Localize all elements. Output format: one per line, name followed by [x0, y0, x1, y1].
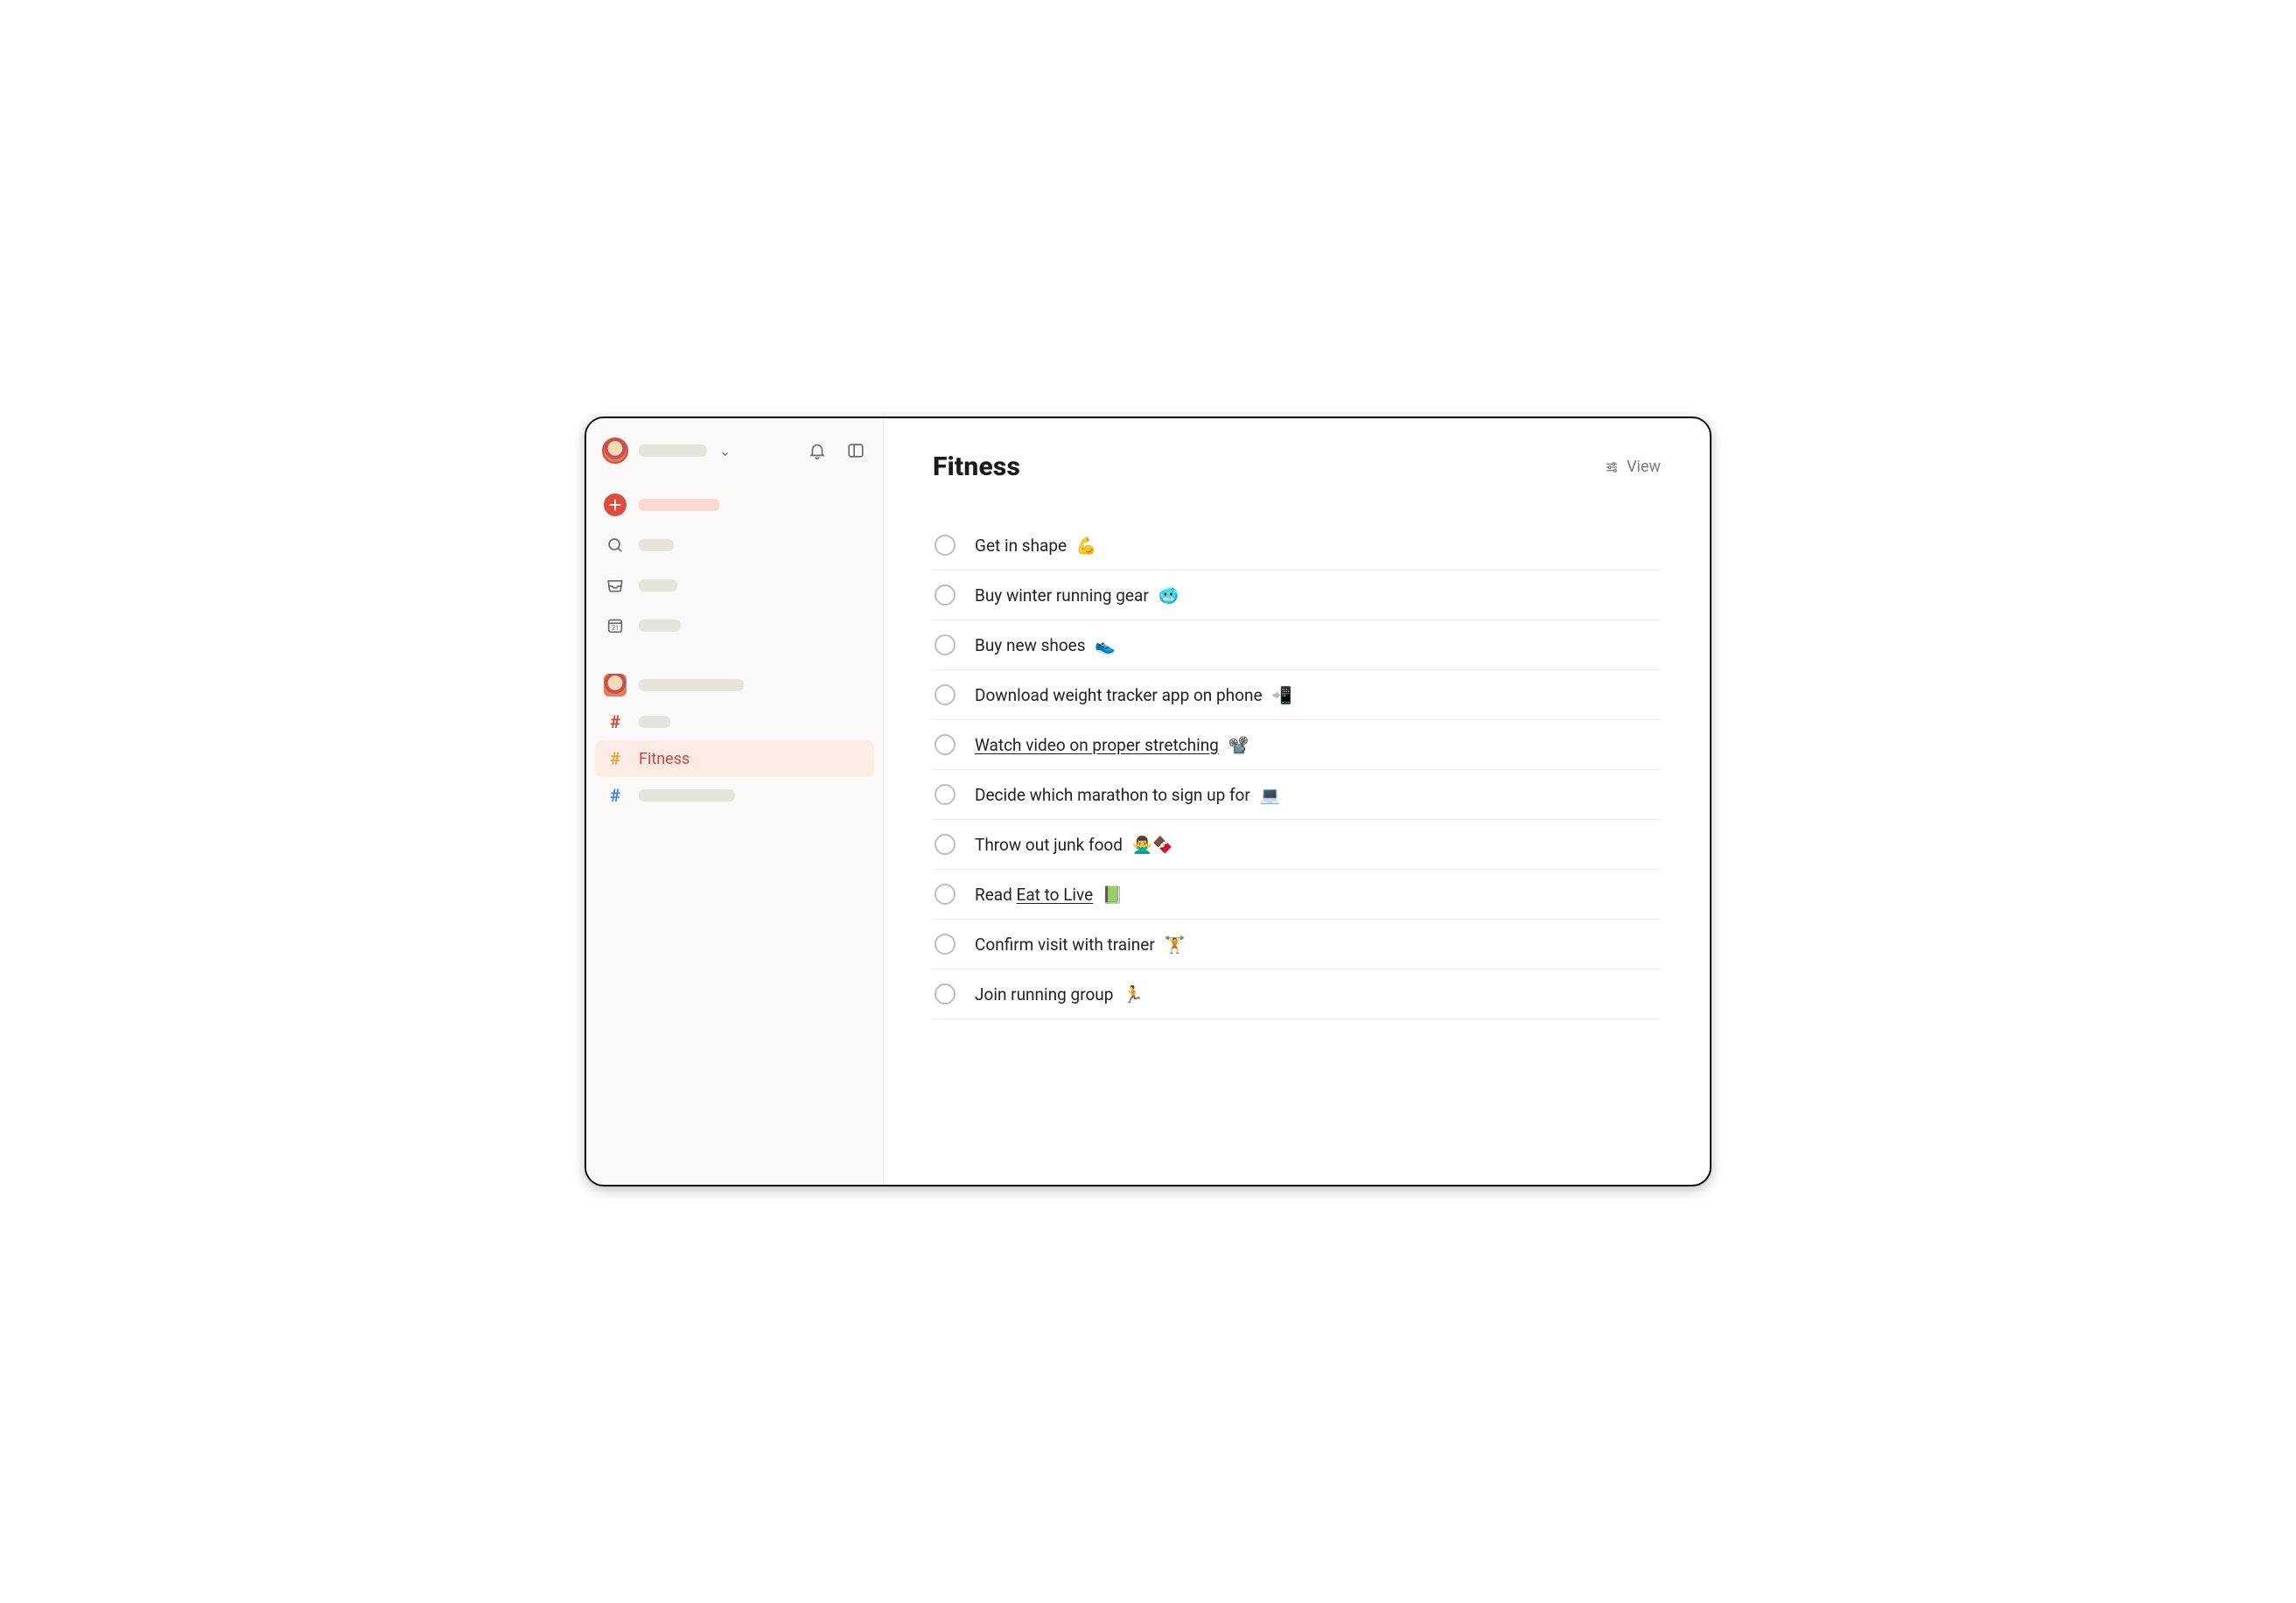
- task-list: Get in shape 💪 Buy winter running gear 🥶 B…: [933, 521, 1661, 1019]
- inbox-label-placeholder: [639, 579, 677, 592]
- sliders-icon: [1604, 459, 1620, 475]
- task-checkbox[interactable]: [934, 584, 956, 606]
- task-emoji: 🏃: [1118, 984, 1143, 1004]
- task-checkbox[interactable]: [934, 684, 956, 705]
- svg-text:21: 21: [612, 624, 619, 632]
- task-emoji: 📽️: [1224, 735, 1249, 755]
- task-checkbox[interactable]: [934, 884, 956, 905]
- chevron-down-icon: ⌄: [719, 443, 731, 459]
- project-label: Fitness: [639, 750, 690, 768]
- search-nav[interactable]: [595, 527, 874, 564]
- page-title: Fitness: [933, 452, 1020, 482]
- task-text: Buy new shoes 👟: [975, 635, 1116, 655]
- task-checkbox[interactable]: [934, 734, 956, 755]
- task-text: Download weight tracker app on phone 📲: [975, 685, 1292, 705]
- sidebar: ⌄: [586, 418, 884, 1185]
- sidebar-project-fitness[interactable]: # Fitness: [595, 740, 874, 777]
- task-text: Get in shape 💪: [975, 536, 1097, 556]
- task-emoji: 👟: [1091, 635, 1116, 655]
- task-emoji: 💻: [1256, 785, 1280, 805]
- content-header: Fitness View: [933, 452, 1661, 482]
- task-row[interactable]: Confirm visit with trainer 🏋️: [933, 920, 1661, 970]
- avatar: [604, 674, 626, 696]
- upcoming-label-placeholder: [639, 620, 681, 632]
- panel-toggle-icon[interactable]: [844, 439, 867, 462]
- task-row[interactable]: Throw out junk food 🙅‍♂️🍫: [933, 820, 1661, 870]
- project-label-placeholder: [639, 789, 735, 802]
- add-task-label-placeholder: [639, 499, 719, 511]
- workspace-name-placeholder: [639, 444, 707, 457]
- task-text: Throw out junk food 🙅‍♂️🍫: [975, 835, 1173, 855]
- task-row[interactable]: Decide which marathon to sign up for 💻: [933, 770, 1661, 820]
- sidebar-projects: # # Fitness #: [595, 667, 874, 814]
- task-emoji: 📲: [1268, 685, 1292, 705]
- hash-icon: #: [604, 747, 626, 770]
- search-label-placeholder: [639, 539, 674, 551]
- task-text: Watch video on proper stretching 📽️: [975, 735, 1249, 755]
- task-row[interactable]: Watch video on proper stretching 📽️: [933, 720, 1661, 770]
- project-label-placeholder: [639, 716, 670, 728]
- app-window: ⌄: [584, 416, 1712, 1186]
- task-text: Confirm visit with trainer 🏋️: [975, 934, 1185, 955]
- task-checkbox[interactable]: [934, 634, 956, 655]
- task-checkbox[interactable]: [934, 934, 956, 955]
- task-emoji: 📗: [1098, 885, 1123, 905]
- calendar-icon: 21: [604, 614, 626, 637]
- search-icon: [604, 534, 626, 556]
- task-checkbox[interactable]: [934, 834, 956, 855]
- task-checkbox[interactable]: [934, 984, 956, 1004]
- task-text: Read Eat to Live 📗: [975, 885, 1124, 905]
- workspace-label-placeholder: [639, 679, 744, 691]
- task-emoji: 🥶: [1154, 585, 1179, 606]
- task-row[interactable]: Join running group 🏃: [933, 970, 1661, 1019]
- task-row[interactable]: Read Eat to Live 📗: [933, 870, 1661, 920]
- plus-icon: [604, 494, 626, 516]
- task-row[interactable]: Get in shape 💪: [933, 521, 1661, 570]
- task-row[interactable]: Buy new shoes 👟: [933, 620, 1661, 670]
- task-text: Buy winter running gear 🥶: [975, 585, 1179, 606]
- avatar: [602, 438, 628, 464]
- workspace-header[interactable]: [595, 667, 874, 704]
- task-checkbox[interactable]: [934, 784, 956, 805]
- inbox-nav[interactable]: [595, 567, 874, 604]
- hash-icon: #: [604, 710, 626, 733]
- add-task-button[interactable]: [595, 486, 874, 523]
- task-text: Join running group 🏃: [975, 984, 1144, 1004]
- hash-icon: #: [604, 784, 626, 807]
- sidebar-project-item[interactable]: #: [595, 704, 874, 740]
- task-emoji: 💪: [1072, 536, 1096, 556]
- notifications-icon[interactable]: [806, 439, 829, 462]
- task-emoji: 🏋️: [1160, 934, 1185, 955]
- task-row[interactable]: Buy winter running gear 🥶: [933, 570, 1661, 620]
- main-content: Fitness View Get in shape 💪 Buy winter ru…: [884, 418, 1710, 1185]
- view-button[interactable]: View: [1604, 458, 1661, 476]
- upcoming-nav[interactable]: 21: [595, 607, 874, 644]
- sidebar-project-item[interactable]: #: [595, 777, 874, 814]
- inbox-icon: [604, 574, 626, 597]
- view-label: View: [1627, 458, 1661, 476]
- task-checkbox[interactable]: [934, 535, 956, 556]
- workspace-switcher[interactable]: ⌄: [595, 434, 874, 476]
- task-emoji: 🙅‍♂️🍫: [1128, 835, 1173, 855]
- task-text: Decide which marathon to sign up for 💻: [975, 785, 1280, 805]
- sidebar-primary-nav: 21: [595, 486, 874, 644]
- task-row[interactable]: Download weight tracker app on phone 📲: [933, 670, 1661, 720]
